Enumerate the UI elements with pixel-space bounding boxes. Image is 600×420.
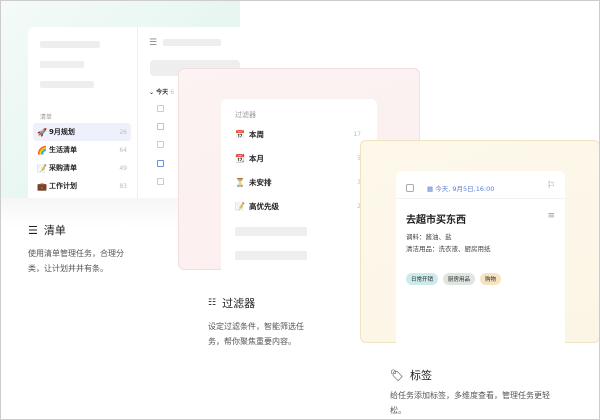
due-date-text: 今天, 9月5日,16:00 bbox=[435, 185, 495, 193]
filter-item[interactable]: 📆本月5 bbox=[235, 153, 361, 164]
task-checkbox[interactable] bbox=[157, 160, 164, 167]
memo-icon: 📝 bbox=[235, 202, 245, 211]
list-icon: ☰ bbox=[28, 223, 38, 237]
today-group[interactable]: ⌄ 今天 6 bbox=[149, 87, 174, 96]
briefcase-icon: 💼 bbox=[37, 181, 47, 191]
filter-item[interactable]: 📅 本周 17 bbox=[235, 129, 361, 140]
description-icon: ≡ bbox=[547, 211, 555, 221]
menu-icon[interactable]: ☰ bbox=[149, 38, 157, 48]
divider bbox=[396, 198, 565, 199]
filter-label: 本周 bbox=[249, 130, 264, 139]
filter-label: 高优先级 bbox=[249, 202, 279, 211]
task-checkbox[interactable] bbox=[406, 184, 414, 192]
list-count: 64 bbox=[119, 146, 127, 154]
filter-item[interactable]: 📝高优先级2 bbox=[235, 201, 361, 212]
list-item[interactable]: 🌈 生活清单 64 bbox=[33, 141, 131, 159]
list-item[interactable]: 🚀 9月规划 26 bbox=[33, 123, 131, 141]
placeholder bbox=[40, 61, 84, 68]
filter-count: 17 bbox=[353, 131, 361, 138]
hourglass-icon: ⏳ bbox=[235, 178, 245, 187]
feature-description: 设定过滤条件，智能筛选任 务，帮你聚焦重要内容。 bbox=[208, 322, 304, 346]
list-label: 生活清单 bbox=[49, 146, 77, 154]
rainbow-icon: 🌈 bbox=[37, 145, 47, 155]
list-count: 26 bbox=[119, 128, 127, 136]
placeholder bbox=[40, 81, 94, 88]
tag[interactable]: 日常开销 bbox=[406, 273, 439, 285]
placeholder bbox=[40, 41, 100, 48]
filter-item[interactable]: ⏳未安排3 bbox=[235, 177, 361, 188]
rocket-icon: 🚀 bbox=[37, 127, 47, 137]
memo-icon: 📝 bbox=[37, 163, 47, 173]
tag-list: 日常开销 厨房用品 购物 bbox=[406, 266, 506, 285]
feature-title: 过滤器 bbox=[222, 297, 256, 310]
tag-icon: 🏷 bbox=[390, 368, 404, 382]
feature-tags: 🏷 标签 给任务添加标签，多维度查看，管理任务更轻 松。 bbox=[390, 367, 550, 418]
task-checkbox[interactable] bbox=[157, 141, 164, 148]
list-label: 采购清单 bbox=[49, 164, 77, 172]
task-checkbox[interactable] bbox=[157, 178, 164, 185]
feature-description: 使用清单管理任务，合理分 类，让计划井井有条。 bbox=[28, 249, 124, 273]
tag[interactable]: 厨房用品 bbox=[443, 273, 476, 285]
section-label: 清单 bbox=[40, 114, 53, 121]
feature-description: 给任务添加标签，多维度查看，管理任务更轻 松。 bbox=[390, 391, 550, 415]
placeholder bbox=[235, 227, 307, 236]
feature-filters: ☷ 过滤器 设定过滤条件，智能筛选任 务，帮你聚焦重要内容。 bbox=[208, 295, 304, 349]
task-description[interactable]: 调料：酱油、盐 清洁用品：洗衣液、厨房用纸 bbox=[406, 231, 491, 255]
tag[interactable]: 购物 bbox=[480, 273, 502, 285]
task-checkbox[interactable] bbox=[157, 105, 164, 112]
feature-lists: ☰ 清单 使用清单管理任务，合理分 类，让计划井井有条。 bbox=[28, 222, 124, 276]
filter-label: 本月 bbox=[249, 154, 264, 163]
calendar-week-icon: 📅 bbox=[235, 130, 245, 139]
task-detail-card: ▦ 今天, 9月5日,16:00 ⚐ 去超市买东西 ≡ 调料：酱油、盐 清洁用品… bbox=[396, 171, 565, 343]
list-item[interactable]: 📝 采购清单 49 bbox=[33, 159, 131, 177]
filters-preview-card: 过滤器 📅本周17 📆本月5 ⏳未安排3 📝高优先级2 bbox=[221, 99, 377, 270]
filter-icon: ☷ bbox=[208, 298, 217, 308]
list-label: 9月规划 bbox=[49, 128, 75, 136]
list-label: 工作计划 bbox=[49, 182, 77, 190]
list-count: 49 bbox=[119, 164, 127, 172]
calendar-icon: ▦ bbox=[427, 185, 434, 193]
feature-title: 清单 bbox=[43, 224, 66, 237]
placeholder bbox=[163, 39, 221, 46]
description-line: 调料：酱油、盐 bbox=[406, 233, 452, 241]
section-label: 过滤器 bbox=[235, 111, 256, 119]
list-item[interactable]: 💼 工作计划 83 bbox=[33, 177, 131, 195]
list-count: 83 bbox=[119, 182, 127, 190]
feature-title: 标签 bbox=[409, 369, 432, 382]
flag-icon[interactable]: ⚐ bbox=[547, 181, 555, 191]
placeholder bbox=[235, 251, 307, 260]
calendar-month-icon: 📆 bbox=[235, 154, 245, 163]
task-checkbox[interactable] bbox=[157, 123, 164, 130]
due-date[interactable]: ▦ 今天, 9月5日,16:00 bbox=[427, 183, 494, 193]
task-title[interactable]: 去超市买东西 bbox=[406, 211, 466, 226]
filter-label: 未安排 bbox=[249, 178, 272, 187]
description-line: 清洁用品：洗衣液、厨房用纸 bbox=[406, 245, 491, 253]
today-label: 今天 bbox=[156, 89, 169, 96]
sidebar: 清单 🚀 9月规划 26 🌈 生活清单 64 📝 采购清单 49 💼 工作计划 83 bbox=[28, 27, 138, 198]
today-count: 6 bbox=[170, 89, 175, 96]
